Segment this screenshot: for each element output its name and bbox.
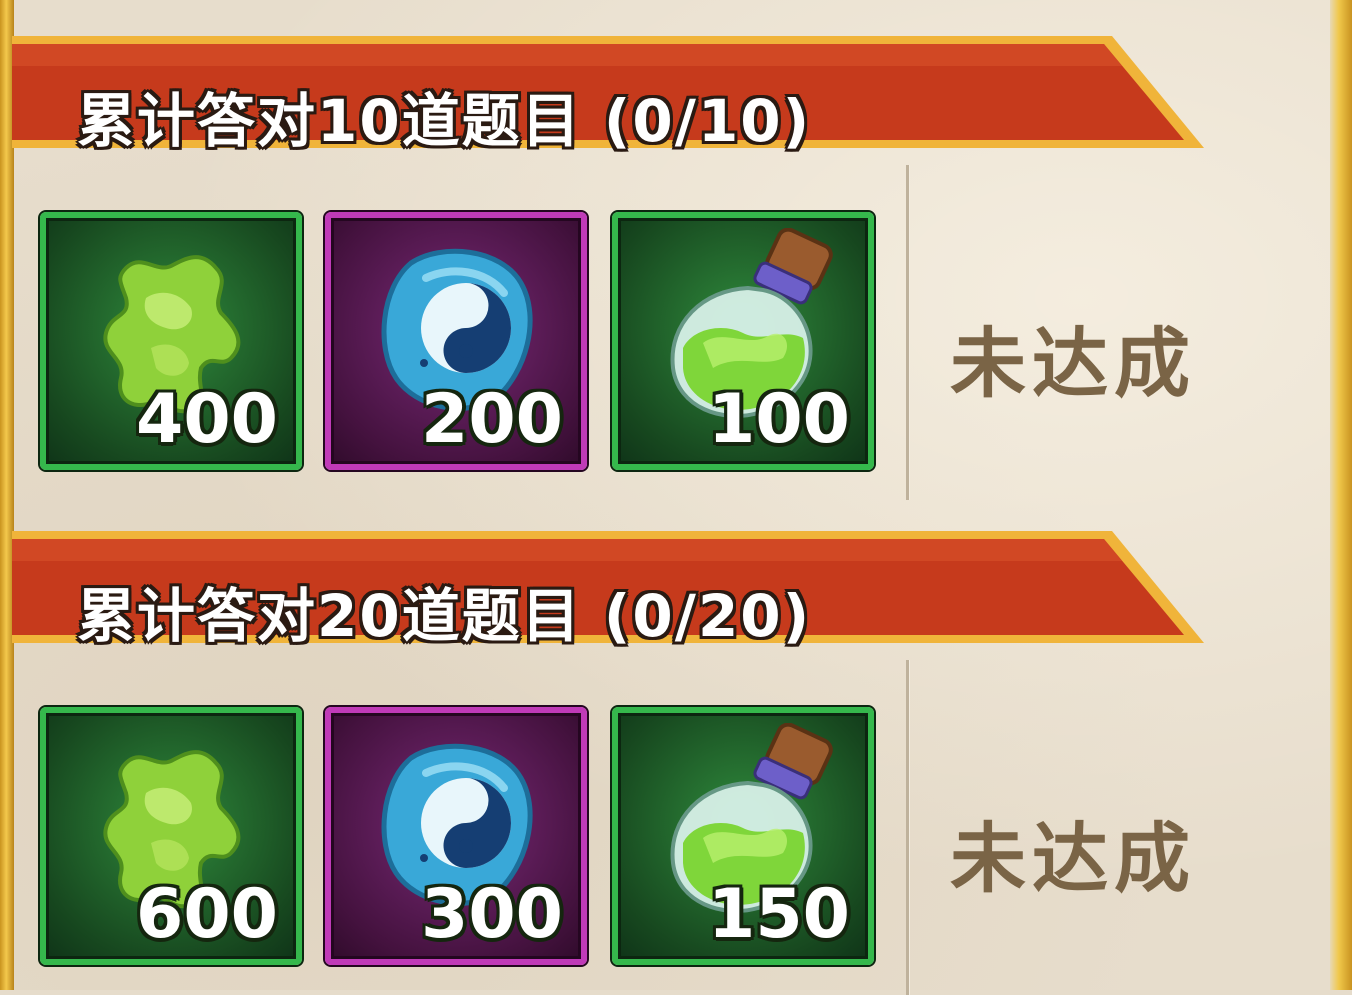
column-divider bbox=[906, 660, 909, 995]
task-row: 累计答对20道题目 (0/20) 600 300 150 未达成 bbox=[0, 495, 1330, 995]
task-banner: 累计答对10道题目 (0/10) bbox=[12, 30, 1207, 160]
task-row: 累计答对10道题目 (0/10) 400 200 100 未达成 bbox=[0, 0, 1330, 500]
reward-quantity: 100 bbox=[708, 380, 850, 459]
reward-slot[interactable]: 600 bbox=[40, 707, 302, 965]
task-banner: 累计答对20道题目 (0/20) bbox=[12, 525, 1207, 655]
reward-slot[interactable]: 100 bbox=[612, 212, 874, 470]
reward-quantity: 150 bbox=[708, 875, 850, 954]
reward-quantity: 400 bbox=[136, 380, 278, 459]
gold-frame-right bbox=[1330, 0, 1352, 990]
task-status-label: 未达成 bbox=[950, 319, 1196, 408]
reward-slot[interactable]: 200 bbox=[325, 212, 587, 470]
task-title: 累计答对20道题目 (0/20) bbox=[77, 582, 812, 650]
reward-slot[interactable]: 150 bbox=[612, 707, 874, 965]
reward-quantity: 300 bbox=[421, 875, 563, 954]
task-status-label: 未达成 bbox=[950, 814, 1196, 903]
reward-slot[interactable]: 400 bbox=[40, 212, 302, 470]
task-title: 累计答对10道题目 (0/10) bbox=[77, 87, 812, 155]
reward-quantity: 200 bbox=[421, 380, 563, 459]
reward-quantity: 600 bbox=[136, 875, 278, 954]
reward-slot[interactable]: 300 bbox=[325, 707, 587, 965]
column-divider bbox=[906, 165, 909, 500]
